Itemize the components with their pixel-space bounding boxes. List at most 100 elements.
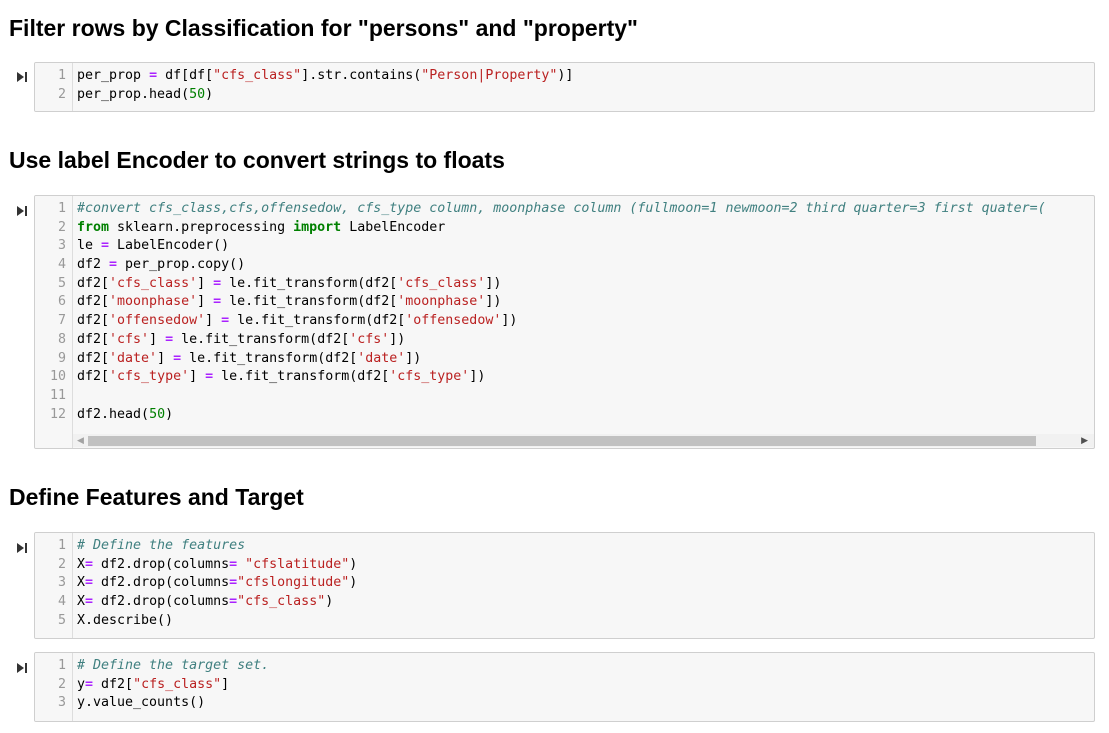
code-token: df2[ xyxy=(77,313,110,329)
code-text[interactable]: #convert cfs_class,cfs,offensedow, cfs_t… xyxy=(77,200,1046,219)
code-token: df2.drop(columns xyxy=(93,594,230,610)
code-text[interactable]: df2['moonphase'] = le.fit_transform(df2[… xyxy=(77,293,501,312)
code-text[interactable]: X= df2.drop(columns="cfslongitude") xyxy=(77,574,357,593)
code-text[interactable]: y= df2["cfs_class"] xyxy=(77,676,229,695)
code-text[interactable]: # Define the target set. xyxy=(77,657,269,676)
code-text[interactable]: y.value_counts() xyxy=(77,694,205,713)
line-number: 5 xyxy=(57,612,66,628)
line-number: 7 xyxy=(57,313,66,329)
code-text[interactable]: X= df2.drop(columns= "cfslatitude") xyxy=(77,556,357,575)
code-token: = xyxy=(173,350,182,366)
code-token: df2[ xyxy=(77,275,110,291)
code-text[interactable]: df2['date'] = le.fit_transform(df2['date… xyxy=(77,350,421,369)
code-cell[interactable]: 1 # Define the target set. 2 y= df2["cfs_cl… xyxy=(34,652,1095,722)
code-token: = xyxy=(85,594,94,610)
code-text[interactable]: X= df2.drop(columns="cfs_class") xyxy=(77,593,333,612)
code-token: = xyxy=(229,556,238,572)
code-text[interactable]: df2.head(50) xyxy=(77,406,173,425)
code-text[interactable]: le = LabelEncoder() xyxy=(77,237,229,256)
code-text[interactable]: per_prop = df[df["cfs_class"].str.contai… xyxy=(77,67,573,86)
code-token: = xyxy=(149,68,158,83)
line-number: 10 xyxy=(49,369,66,385)
code-text[interactable]: per_prop.head(50) xyxy=(77,86,213,105)
code-lines[interactable]: 1 per_prop = df[df["cfs_class"].str.conta… xyxy=(35,67,1094,104)
code-token: 'cfs_class' xyxy=(397,275,486,291)
code-lines[interactable]: 1 # Define the features 2 X= df2.drop(colum… xyxy=(35,537,1094,630)
code-token: 'date' xyxy=(357,350,406,366)
code-lines[interactable]: 1 #convert cfs_class,cfs,offensedow, cfs_… xyxy=(35,200,1094,424)
code-token: ] xyxy=(157,350,174,366)
run-cell-button[interactable] xyxy=(16,662,28,674)
code-line[interactable]: 3 le = LabelEncoder() xyxy=(35,237,1094,256)
code-line[interactable]: 2 from sklearn.preprocessing import Label… xyxy=(35,219,1094,238)
code-line[interactable]: 1 #convert cfs_class,cfs,offensedow, cfs_… xyxy=(35,200,1094,219)
scroll-left-arrow-icon[interactable]: ◀ xyxy=(77,435,84,446)
code-cell[interactable]: 1 #convert cfs_class,cfs,offensedow, cfs_… xyxy=(34,195,1095,449)
code-token: df2[ xyxy=(93,676,134,692)
code-line[interactable]: 7 df2['offensedow'] = le.fit_transform(df… xyxy=(35,312,1094,331)
code-token: per_prop.copy() xyxy=(117,257,246,273)
code-line[interactable]: 6 df2['moonphase'] = le.fit_transform(df2… xyxy=(35,293,1094,312)
code-line[interactable]: 5 df2['cfs_class'] = le.fit_transform(df2… xyxy=(35,275,1094,294)
code-token: per_prop xyxy=(77,68,150,83)
code-text[interactable]: df2 = per_prop.copy() xyxy=(77,256,245,275)
code-line[interactable]: 1 # Define the target set. xyxy=(35,657,1094,676)
code-token: # Define the target set. xyxy=(77,658,270,673)
line-number: 11 xyxy=(49,387,66,403)
code-token: 'moonphase' xyxy=(109,294,198,310)
code-line[interactable]: 10 df2['cfs_type'] = le.fit_transform(df2… xyxy=(35,368,1094,387)
code-text[interactable]: # Define the features xyxy=(77,537,245,556)
run-cell-icon xyxy=(17,72,27,82)
code-token: "cfs_class" xyxy=(133,676,222,692)
code-text[interactable]: from sklearn.preprocessing import LabelE… xyxy=(77,219,445,238)
line-number: 2 xyxy=(57,676,66,692)
run-cell-button[interactable] xyxy=(16,71,28,83)
run-cell-button[interactable] xyxy=(16,542,28,554)
code-line[interactable]: 2 y= df2["cfs_class"] xyxy=(35,676,1094,695)
code-text[interactable]: df2['cfs'] = le.fit_transform(df2['cfs']… xyxy=(77,331,405,350)
code-text[interactable]: df2['cfs_type'] = le.fit_transform(df2['… xyxy=(77,368,485,387)
code-token: 'date' xyxy=(109,350,158,366)
code-cell[interactable]: 1 per_prop = df[df["cfs_class"].str.conta… xyxy=(34,62,1095,112)
code-line[interactable]: 11 xyxy=(35,387,1094,406)
line-number: 1 xyxy=(57,201,66,216)
code-token: ]) xyxy=(501,313,518,329)
code-line[interactable]: 4 df2 = per_prop.copy() xyxy=(35,256,1094,275)
code-line[interactable]: 3 y.value_counts() xyxy=(35,694,1094,713)
line-number: 5 xyxy=(57,275,66,291)
line-number: 1 xyxy=(57,658,66,673)
scrollbar-thumb[interactable] xyxy=(88,436,1036,446)
code-token: X xyxy=(77,575,86,591)
code-token: df2.drop(columns xyxy=(93,556,230,572)
code-line[interactable]: 4 X= df2.drop(columns="cfs_class") xyxy=(35,593,1094,612)
section-heading-label-encoder: Use label Encoder to convert strings to … xyxy=(9,147,505,173)
code-line[interactable]: 12 df2.head(50) xyxy=(35,406,1094,425)
code-line[interactable]: 9 df2['date'] = le.fit_transform(df2['dat… xyxy=(35,350,1094,369)
code-text[interactable]: df2['cfs_class'] = le.fit_transform(df2[… xyxy=(77,275,501,294)
code-token: = xyxy=(85,556,94,572)
code-line[interactable]: 8 df2['cfs'] = le.fit_transform(df2['cfs'… xyxy=(35,331,1094,350)
code-text[interactable]: df2['offensedow'] = le.fit_transform(df2… xyxy=(77,312,517,331)
code-line[interactable]: 1 # Define the features xyxy=(35,537,1094,556)
code-token: 'offensedow' xyxy=(405,313,502,329)
run-cell-button[interactable] xyxy=(16,205,28,217)
code-token: ] xyxy=(197,294,214,310)
code-cell[interactable]: 1 # Define the features 2 X= df2.drop(colum… xyxy=(34,532,1095,639)
scroll-right-arrow-icon[interactable]: ▶ xyxy=(1081,435,1088,446)
code-text[interactable]: X.describe() xyxy=(77,612,173,631)
code-token: ].str.contains( xyxy=(301,68,422,83)
code-line[interactable]: 2 X= df2.drop(columns= "cfslatitude") xyxy=(35,556,1094,575)
code-line[interactable]: 1 per_prop = df[df["cfs_class"].str.conta… xyxy=(35,67,1094,86)
code-line[interactable]: 2 per_prop.head(50) xyxy=(35,86,1094,105)
line-number: 12 xyxy=(49,406,66,422)
code-lines[interactable]: 1 # Define the target set. 2 y= df2["cfs_cl… xyxy=(35,657,1094,713)
code-token: = xyxy=(213,294,222,310)
code-line[interactable]: 5 X.describe() xyxy=(35,612,1094,631)
code-token: "cfslongitude" xyxy=(237,575,350,591)
code-line[interactable]: 3 X= df2.drop(columns="cfslongitude") xyxy=(35,574,1094,593)
code-token: 'cfs' xyxy=(349,331,390,347)
horizontal-scrollbar[interactable]: ◀ ▶ xyxy=(73,434,1094,447)
code-token: 'moonphase' xyxy=(397,294,486,310)
code-token: le.fit_transform(df2[ xyxy=(229,313,406,329)
